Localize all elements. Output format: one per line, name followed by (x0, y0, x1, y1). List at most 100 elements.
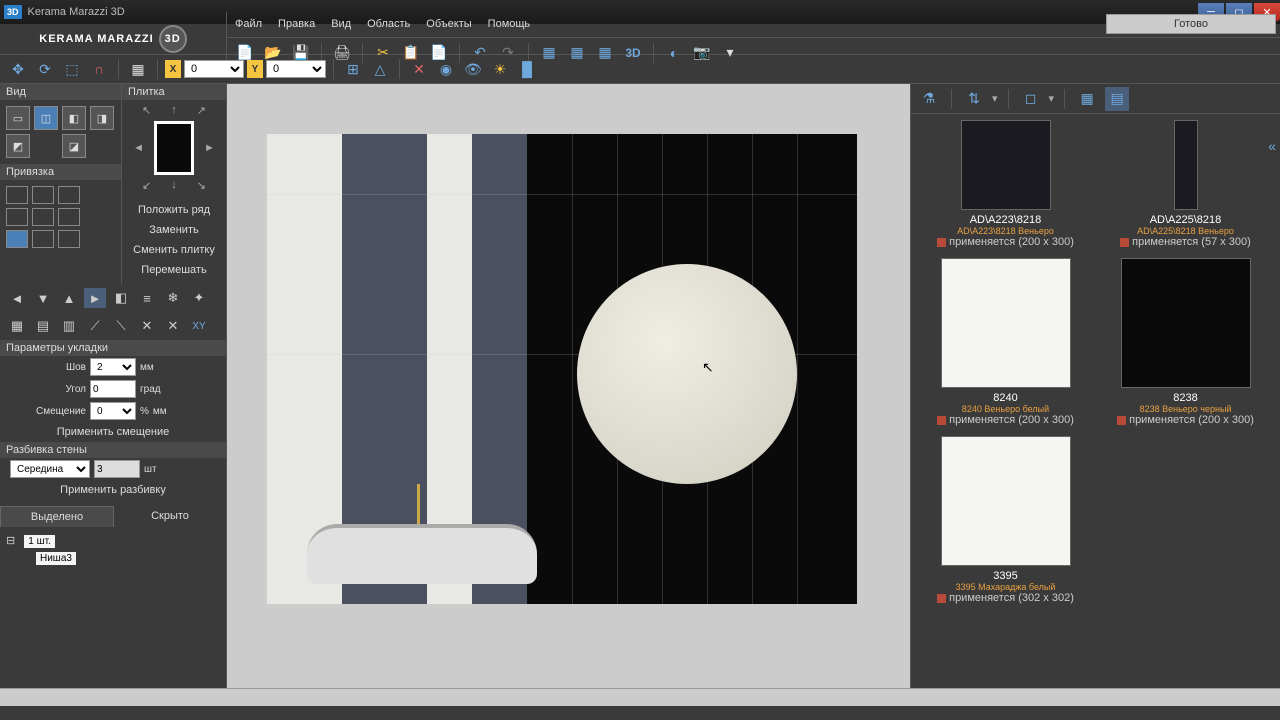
mirror-object[interactable] (577, 264, 797, 484)
tile-thumb[interactable] (961, 120, 1051, 210)
pattern4-icon[interactable]: ⟋ (84, 316, 106, 336)
anchor-mc[interactable] (32, 208, 54, 226)
view-iso2[interactable]: ◨ (90, 106, 114, 130)
change-tile-button[interactable]: Сменить плитку (133, 240, 215, 260)
tab-selected[interactable]: Выделено (0, 506, 114, 527)
wall-mode-select[interactable]: Середина (10, 460, 90, 478)
bathtub-object[interactable] (307, 524, 537, 584)
gridview-icon[interactable]: ▦ (1075, 87, 1099, 111)
catalog-item[interactable]: 8238 8238 Веньеро черный применяется (20… (1111, 258, 1261, 426)
x-input[interactable]: 0 (184, 60, 244, 78)
shuffle-button[interactable]: Перемешать (141, 260, 206, 280)
xy-icon[interactable]: XY (188, 316, 210, 336)
delete-icon[interactable]: ✕ (407, 57, 431, 81)
snowflake-icon[interactable]: ❄ (162, 288, 184, 308)
arr-down-icon[interactable]: ▼ (32, 288, 54, 308)
sort-icon[interactable]: ⇅ (962, 87, 986, 111)
tool2-icon[interactable]: ≡ (136, 288, 158, 308)
view-top[interactable]: ▭ (6, 106, 30, 130)
arrow-ne-icon[interactable]: ↗ (197, 104, 206, 117)
calc-icon[interactable]: ▦ (593, 41, 617, 65)
offset-input[interactable]: 0 (90, 402, 136, 420)
menu-file[interactable]: Файл (235, 18, 262, 30)
magnet-icon[interactable]: ∩ (87, 57, 111, 81)
tool-a-icon[interactable]: ◐ (662, 41, 686, 65)
tool3-icon[interactable]: ✦ (188, 288, 210, 308)
menu-objects[interactable]: Объекты (426, 18, 471, 30)
pattern5-icon[interactable]: ⟍ (110, 316, 132, 336)
dropdown1-icon[interactable]: ▾ (992, 92, 998, 105)
anchor-bl[interactable] (6, 230, 28, 248)
arr-left-icon[interactable]: ◄ (6, 288, 28, 308)
panel1-icon[interactable]: ▦ (537, 41, 561, 65)
tree-item-nisha[interactable]: Ниша3 (36, 552, 76, 565)
arrow-left-icon[interactable]: ◄ (133, 142, 144, 154)
pattern2-icon[interactable]: ▤ (32, 316, 54, 336)
pattern6-icon[interactable]: ✕ (136, 316, 158, 336)
anchor-ml[interactable] (6, 208, 28, 226)
view-iso3[interactable]: ◩ (6, 134, 30, 158)
collapse-panel-icon[interactable]: « (1268, 138, 1276, 154)
tile-thumb[interactable] (941, 258, 1071, 388)
grid-icon[interactable]: ▦ (126, 57, 150, 81)
catalog-item[interactable]: AD\A225\8218 AD\A225\8218 Веньеро примен… (1111, 120, 1261, 248)
tree-count[interactable]: 1 шт. (24, 535, 55, 548)
menu-edit[interactable]: Правка (278, 18, 315, 30)
arrow-down-icon[interactable]: ↓ (171, 179, 177, 192)
tile-thumb[interactable] (1174, 120, 1198, 210)
arr-right-icon[interactable]: ► (84, 288, 106, 308)
tab-hidden[interactable]: Скрыто (114, 506, 226, 527)
collapse-icon[interactable]: ⊟ (6, 535, 15, 547)
catalog-item[interactable]: AD\A223\8218 AD\A223\8218 Веньеро примен… (931, 120, 1081, 248)
anchor-br[interactable] (58, 230, 80, 248)
snap-icon[interactable]: ⊞ (341, 57, 365, 81)
angle-input[interactable] (90, 380, 136, 398)
arr-up-icon[interactable]: ▲ (58, 288, 80, 308)
lay-row-button[interactable]: Положить ряд (138, 200, 210, 220)
tile-thumb[interactable] (1121, 258, 1251, 388)
dropdown2-icon[interactable]: ▾ (1049, 92, 1055, 105)
arrow-nw-icon[interactable]: ↖ (142, 104, 151, 117)
size-icon[interactable]: ◻ (1019, 87, 1043, 111)
anchor-tl[interactable] (6, 186, 28, 204)
arrow-up-icon[interactable]: ↑ (171, 104, 177, 117)
seam-input[interactable]: 2 (90, 358, 136, 376)
canvas[interactable]: ↖ (227, 84, 910, 688)
listview-icon[interactable]: ▤ (1105, 87, 1129, 111)
tile-preview[interactable] (154, 121, 194, 175)
camera-icon[interactable]: 📷 (690, 41, 714, 65)
move-icon[interactable]: ✥ (6, 57, 30, 81)
redo-icon[interactable]: ↷ (496, 41, 520, 65)
pattern1-icon[interactable]: ▦ (6, 316, 28, 336)
eye-icon[interactable]: 👁 (461, 57, 485, 81)
arrow-se-icon[interactable]: ↘ (197, 179, 206, 192)
view-iso1[interactable]: ◧ (62, 106, 86, 130)
panel2-icon[interactable]: ▦ (565, 41, 589, 65)
rotate-icon[interactable]: ⟳ (33, 57, 57, 81)
view-iso4[interactable]: ◪ (62, 134, 86, 158)
anchor-tc[interactable] (32, 186, 54, 204)
replace-button[interactable]: Заменить (149, 220, 198, 240)
wall-count-input[interactable] (94, 460, 140, 478)
scale-icon[interactable]: ⬚ (60, 57, 84, 81)
menu-region[interactable]: Область (367, 18, 410, 30)
arrow-right-icon[interactable]: ► (204, 142, 215, 154)
dropdown-icon[interactable]: ▾ (718, 41, 742, 65)
mode-3d-icon[interactable]: 3D (621, 41, 645, 65)
triangle-icon[interactable]: △ (368, 57, 392, 81)
anchor-tr[interactable] (58, 186, 80, 204)
view-front[interactable]: ◫ (34, 106, 58, 130)
menu-help[interactable]: Помощь (488, 18, 531, 30)
pattern7-icon[interactable]: ✕ (162, 316, 184, 336)
anchor-bc[interactable] (32, 230, 54, 248)
anchor-mr[interactable] (58, 208, 80, 226)
apply-offset-button[interactable]: Применить смещение (0, 422, 226, 442)
catalog-item[interactable]: 3395 3395 Махараджа белый применяется (3… (931, 436, 1081, 604)
pattern3-icon[interactable]: ▥ (58, 316, 80, 336)
tool1-icon[interactable]: ◧ (110, 288, 132, 308)
apply-split-button[interactable]: Применить разбивку (0, 480, 226, 500)
y-input[interactable]: 0 (266, 60, 326, 78)
filter-icon[interactable]: ⚗ (917, 87, 941, 111)
target-icon[interactable]: ◉ (434, 57, 458, 81)
tile-thumb[interactable] (941, 436, 1071, 566)
